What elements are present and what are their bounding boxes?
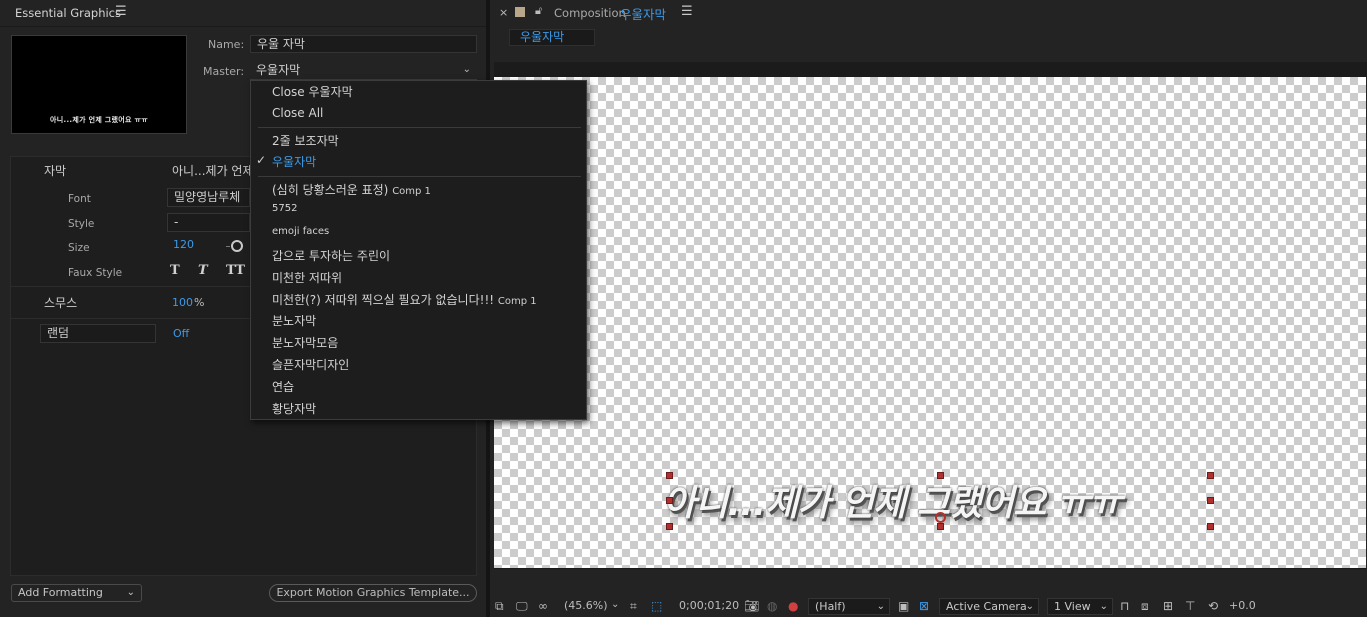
vr-goggles-icon[interactable]: ∞ bbox=[538, 599, 548, 613]
show-snapshot-icon[interactable]: ◍ bbox=[767, 599, 777, 613]
fast-previews-icon[interactable]: ⧈ bbox=[1141, 599, 1149, 614]
transform-handle[interactable] bbox=[1207, 523, 1214, 530]
property-label-smooth: 스무스 bbox=[44, 296, 78, 310]
random-checkbox-value[interactable]: Off bbox=[173, 327, 189, 340]
menu-item[interactable]: 갑으로 투자하는 주린이 bbox=[272, 247, 390, 264]
faux-bold-button[interactable]: T bbox=[170, 263, 180, 278]
zoom-dropdown[interactable]: (45.6%) bbox=[564, 599, 608, 612]
menu-item[interactable]: 연습 bbox=[272, 378, 294, 395]
transform-handle[interactable] bbox=[666, 523, 673, 530]
size-slider-track[interactable] bbox=[226, 246, 230, 247]
menu-item[interactable]: 분노자막모음 bbox=[272, 334, 338, 351]
composition-subtab[interactable]: 우울자막 bbox=[509, 29, 595, 46]
chevron-down-icon: ⌄ bbox=[1099, 601, 1108, 612]
transform-handle[interactable] bbox=[1207, 497, 1214, 504]
composition-tab-prefix: Composition bbox=[554, 6, 626, 20]
choose-grid-icon[interactable]: ⌗ bbox=[630, 599, 637, 614]
menu-item[interactable]: 슬픈자막디자인 bbox=[272, 356, 349, 373]
menu-separator bbox=[258, 127, 581, 128]
panel-menu-icon[interactable]: ☰ bbox=[681, 4, 693, 19]
menu-item-close-all[interactable]: Close All bbox=[272, 106, 323, 120]
composition-color-icon bbox=[515, 7, 525, 17]
viewer-top-strip bbox=[494, 62, 1367, 77]
add-formatting-dropdown[interactable]: Add Formatting ⌄ bbox=[11, 584, 142, 602]
size-slider-knob[interactable] bbox=[231, 240, 243, 252]
property-label-font: Font bbox=[68, 193, 91, 205]
menu-item[interactable]: 분노자막 bbox=[272, 312, 316, 329]
transform-handle[interactable] bbox=[1207, 472, 1214, 479]
panel-title[interactable]: Essential Graphics bbox=[15, 6, 121, 20]
property-label-size: Size bbox=[68, 242, 90, 254]
composition-tab-name[interactable]: 우울자막 bbox=[620, 4, 666, 23]
views-value: 1 View bbox=[1054, 600, 1091, 613]
name-label: Name: bbox=[208, 38, 245, 51]
style-dropdown[interactable]: - bbox=[167, 213, 250, 232]
mask-visibility-icon[interactable]: ⬚ bbox=[651, 599, 662, 613]
snapshot-camera-icon[interactable]: 📷︎ bbox=[744, 599, 759, 613]
smooth-value[interactable]: 100 bbox=[172, 296, 193, 309]
anchor-point-icon[interactable] bbox=[935, 512, 946, 523]
timecode-display[interactable]: 0;00;01;20 bbox=[679, 599, 739, 612]
resolution-value: (Half) bbox=[815, 600, 846, 613]
flowchart-icon[interactable]: ⊤ bbox=[1185, 599, 1195, 613]
master-value: 우울자막 bbox=[256, 63, 301, 77]
camera-dropdown[interactable]: Active Camera ⌄ bbox=[939, 598, 1039, 615]
property-label-style: Style bbox=[68, 218, 95, 230]
property-label-faux-style: Faux Style bbox=[68, 267, 123, 279]
close-icon[interactable]: × bbox=[499, 6, 508, 19]
menu-item[interactable]: 황당자막 bbox=[272, 400, 316, 417]
master-dropdown-menu: Close 우울자막 Close All 2줄 보조자막 ✓ 우울자막 (심히 … bbox=[250, 80, 587, 420]
menu-item[interactable]: 5752 bbox=[272, 203, 297, 214]
size-value[interactable]: 120 bbox=[173, 238, 194, 251]
toggle-pixel-aspect-icon[interactable]: ⊓ bbox=[1120, 599, 1129, 613]
export-mogrt-button[interactable]: Export Motion Graphics Template... bbox=[269, 584, 477, 602]
all-caps-button[interactable]: TT bbox=[226, 263, 245, 278]
property-label-caption: 자막 bbox=[44, 164, 67, 178]
transform-handle[interactable] bbox=[937, 523, 944, 530]
timeline-icon[interactable]: ⊞ bbox=[1163, 599, 1173, 613]
chevron-down-icon: ⌄ bbox=[1025, 601, 1034, 612]
resolution-dropdown[interactable]: (Half) ⌄ bbox=[808, 598, 890, 615]
add-formatting-label: Add Formatting bbox=[18, 586, 103, 599]
smooth-unit: % bbox=[194, 296, 205, 309]
property-value-caption[interactable]: 아니...제가 언제 bbox=[172, 162, 250, 179]
chevron-down-icon: ⌄ bbox=[126, 587, 135, 598]
random-label-field[interactable]: 랜덤 bbox=[40, 324, 156, 343]
master-label: Master: bbox=[203, 65, 245, 78]
menu-item[interactable]: (심히 당황스러운 표정) Comp 1 bbox=[272, 181, 431, 198]
menu-item[interactable]: 미천한 저따위 bbox=[272, 269, 342, 286]
transform-handle[interactable] bbox=[666, 497, 673, 504]
views-dropdown[interactable]: 1 View ⌄ bbox=[1047, 598, 1113, 615]
menu-item-selected[interactable]: 우울자막 bbox=[272, 153, 316, 170]
transparency-grid-icon[interactable]: ⊠ bbox=[919, 599, 929, 613]
font-dropdown[interactable]: 밀양영남루체 bbox=[167, 188, 250, 207]
viewer-bottom-strip bbox=[494, 568, 1367, 595]
faux-italic-button[interactable]: T bbox=[198, 263, 208, 278]
essential-graphics-tabbar: Essential Graphics ☰ bbox=[0, 0, 486, 27]
camera-value: Active Camera bbox=[946, 600, 1027, 613]
chevron-down-icon[interactable]: ⌄ bbox=[611, 599, 619, 610]
region-of-interest-icon[interactable]: ▣ bbox=[898, 599, 909, 613]
transform-handle[interactable] bbox=[666, 472, 673, 479]
exposure-value[interactable]: +0.0 bbox=[1229, 599, 1256, 612]
channel-rgb-icon[interactable]: ● bbox=[788, 599, 798, 613]
graphic-thumbnail: 아니...제가 언제 그랬어요 ㅠㅠ bbox=[11, 35, 187, 134]
reset-exposure-icon[interactable]: ⟲ bbox=[1208, 599, 1218, 613]
always-preview-icon[interactable]: ⧉ bbox=[495, 599, 504, 614]
menu-item[interactable]: 미천한(?) 저따위 찍으실 필요가 없습니다!!! Comp 1 bbox=[272, 291, 537, 308]
chevron-down-icon: ⌄ bbox=[462, 64, 471, 75]
panel-menu-icon[interactable]: ☰ bbox=[115, 4, 127, 19]
checkmark-icon: ✓ bbox=[256, 153, 267, 167]
menu-item[interactable]: 2줄 보조자막 bbox=[272, 132, 339, 149]
master-dropdown[interactable]: 우울자막 ⌄ bbox=[250, 62, 477, 80]
lock-icon[interactable]: 🔓︎ bbox=[535, 4, 542, 18]
transform-handle[interactable] bbox=[937, 472, 944, 479]
menu-item[interactable]: emoji faces bbox=[272, 226, 329, 237]
thumbnail-caption: 아니...제가 언제 그랬어요 ㅠㅠ bbox=[50, 116, 148, 124]
chevron-down-icon: ⌄ bbox=[876, 601, 885, 612]
name-input[interactable]: 우울 자막 bbox=[250, 35, 477, 53]
menu-separator bbox=[258, 176, 581, 177]
monitor-icon[interactable]: 🖵︎ bbox=[516, 599, 528, 614]
menu-item-close-current[interactable]: Close 우울자막 bbox=[272, 83, 353, 100]
